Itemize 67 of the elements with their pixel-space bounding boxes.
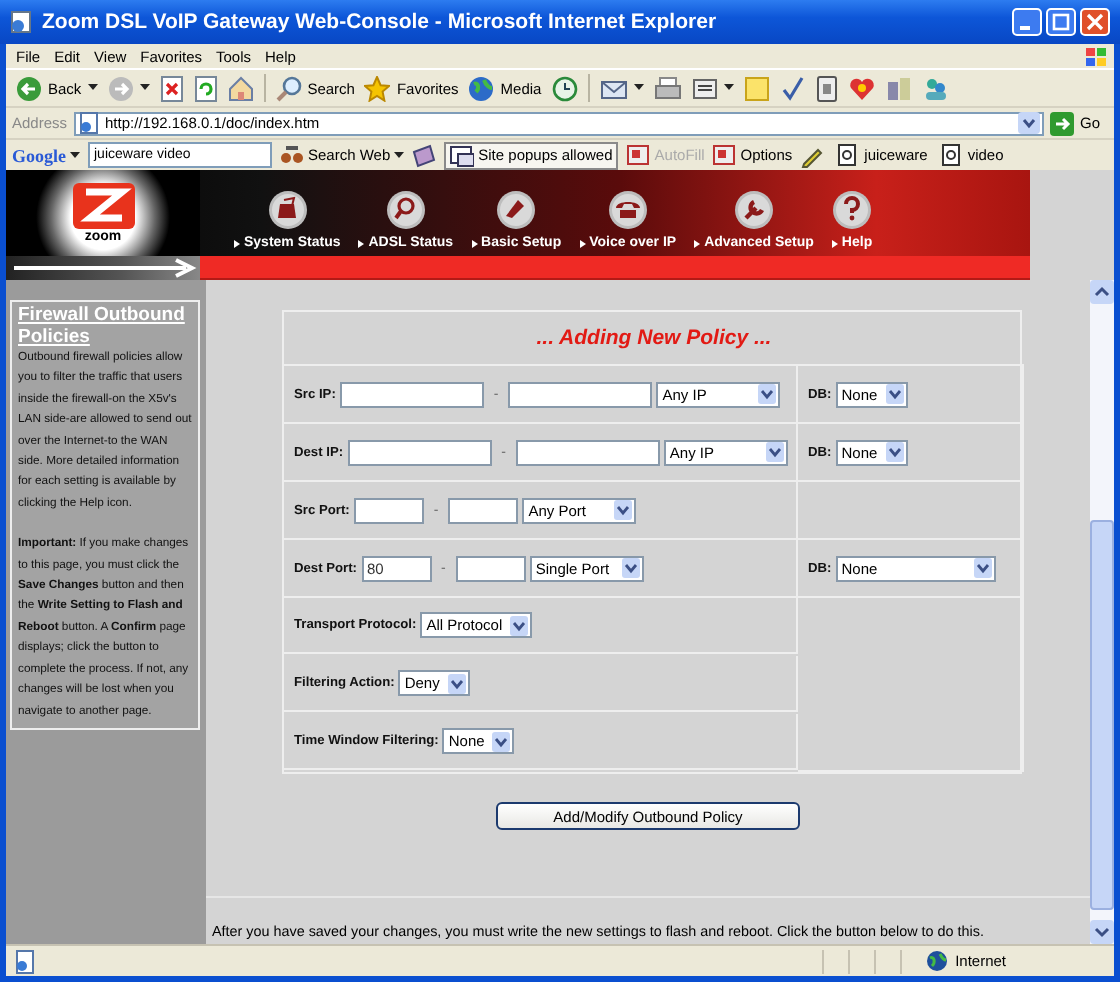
search-icon — [275, 75, 302, 101]
mail-icon[interactable] — [599, 75, 628, 101]
dropdown-arrow-icon[interactable] — [447, 673, 466, 693]
back-arrow-icon — [16, 75, 42, 101]
text-field[interactable] — [347, 439, 492, 465]
dropdown-arrow-icon[interactable] — [885, 384, 904, 404]
arrow-icon — [1049, 111, 1074, 135]
square-icon — [712, 143, 737, 167]
home-icon[interactable] — [227, 75, 254, 101]
window-icon — [450, 143, 475, 167]
document-icon[interactable] — [691, 75, 718, 101]
globe-icon — [468, 75, 495, 101]
dropdown-arrow-icon[interactable] — [765, 442, 784, 462]
square-icon — [626, 143, 651, 167]
arrow-icon — [6, 256, 200, 280]
text-field[interactable] — [339, 381, 484, 407]
scroll-up-icon[interactable] — [1090, 280, 1114, 304]
google-logo[interactable]: Google — [12, 145, 66, 165]
window-title: Zoom DSL VoIP Gateway Web-Console - Microsoft Internet Explorer — [42, 10, 719, 34]
dropdown-arrow-icon[interactable] — [510, 615, 529, 635]
flag-icon — [1084, 45, 1108, 67]
caret-icon[interactable] — [87, 84, 98, 92]
text-field[interactable] — [508, 381, 653, 407]
globe-icon — [925, 950, 948, 972]
page-icon — [10, 10, 34, 34]
question-icon[interactable] — [832, 190, 872, 230]
dropdown-arrow-icon[interactable] — [614, 500, 633, 520]
caret-icon[interactable] — [70, 151, 80, 159]
close-icon[interactable] — [1080, 8, 1110, 36]
page-icon — [836, 143, 861, 167]
telephone-icon[interactable] — [607, 190, 648, 230]
history-icon[interactable] — [551, 75, 578, 101]
stop-icon[interactable] — [159, 75, 184, 101]
checkmark-icon[interactable] — [779, 75, 806, 101]
dropdown-arrow-icon[interactable] — [885, 442, 904, 462]
refresh-icon[interactable] — [193, 75, 218, 101]
page-icon — [77, 112, 100, 134]
wrench-icon[interactable] — [733, 190, 774, 230]
form-heading: ... Adding New Policy ... — [284, 312, 1024, 366]
hand-icon[interactable] — [496, 190, 537, 230]
dropdown-arrow-icon[interactable] — [758, 384, 777, 404]
caret-icon[interactable] — [723, 84, 734, 92]
dropdown-arrow-icon[interactable] — [492, 731, 511, 751]
page-icon — [14, 949, 38, 973]
scroll-down-icon[interactable] — [1090, 920, 1114, 944]
text-field[interactable] — [455, 555, 526, 581]
text-field[interactable] — [448, 497, 519, 523]
logo-icon — [71, 181, 135, 229]
printer-icon[interactable] — [653, 75, 682, 101]
people-icon[interactable] — [921, 75, 950, 101]
magnifier-icon[interactable] — [385, 190, 426, 230]
device-icon[interactable] — [815, 75, 838, 101]
folder-icon[interactable] — [267, 190, 308, 230]
maximize-icon[interactable] — [1046, 8, 1076, 36]
text-field[interactable] — [353, 497, 424, 523]
caret-icon[interactable] — [633, 84, 644, 92]
caret-icon[interactable] — [394, 151, 405, 159]
minimize-icon[interactable] — [1012, 8, 1042, 36]
dropdown-arrow-icon[interactable] — [621, 558, 640, 578]
dropdown-arrow-icon[interactable] — [973, 558, 992, 578]
caret-icon[interactable] — [139, 84, 150, 92]
scroll-thumb[interactable] — [1090, 520, 1114, 910]
star-icon — [364, 75, 391, 101]
page-icon — [939, 143, 964, 167]
text-field[interactable] — [515, 439, 660, 465]
heart-icon[interactable] — [847, 75, 876, 101]
scrollbar[interactable] — [1090, 280, 1114, 944]
